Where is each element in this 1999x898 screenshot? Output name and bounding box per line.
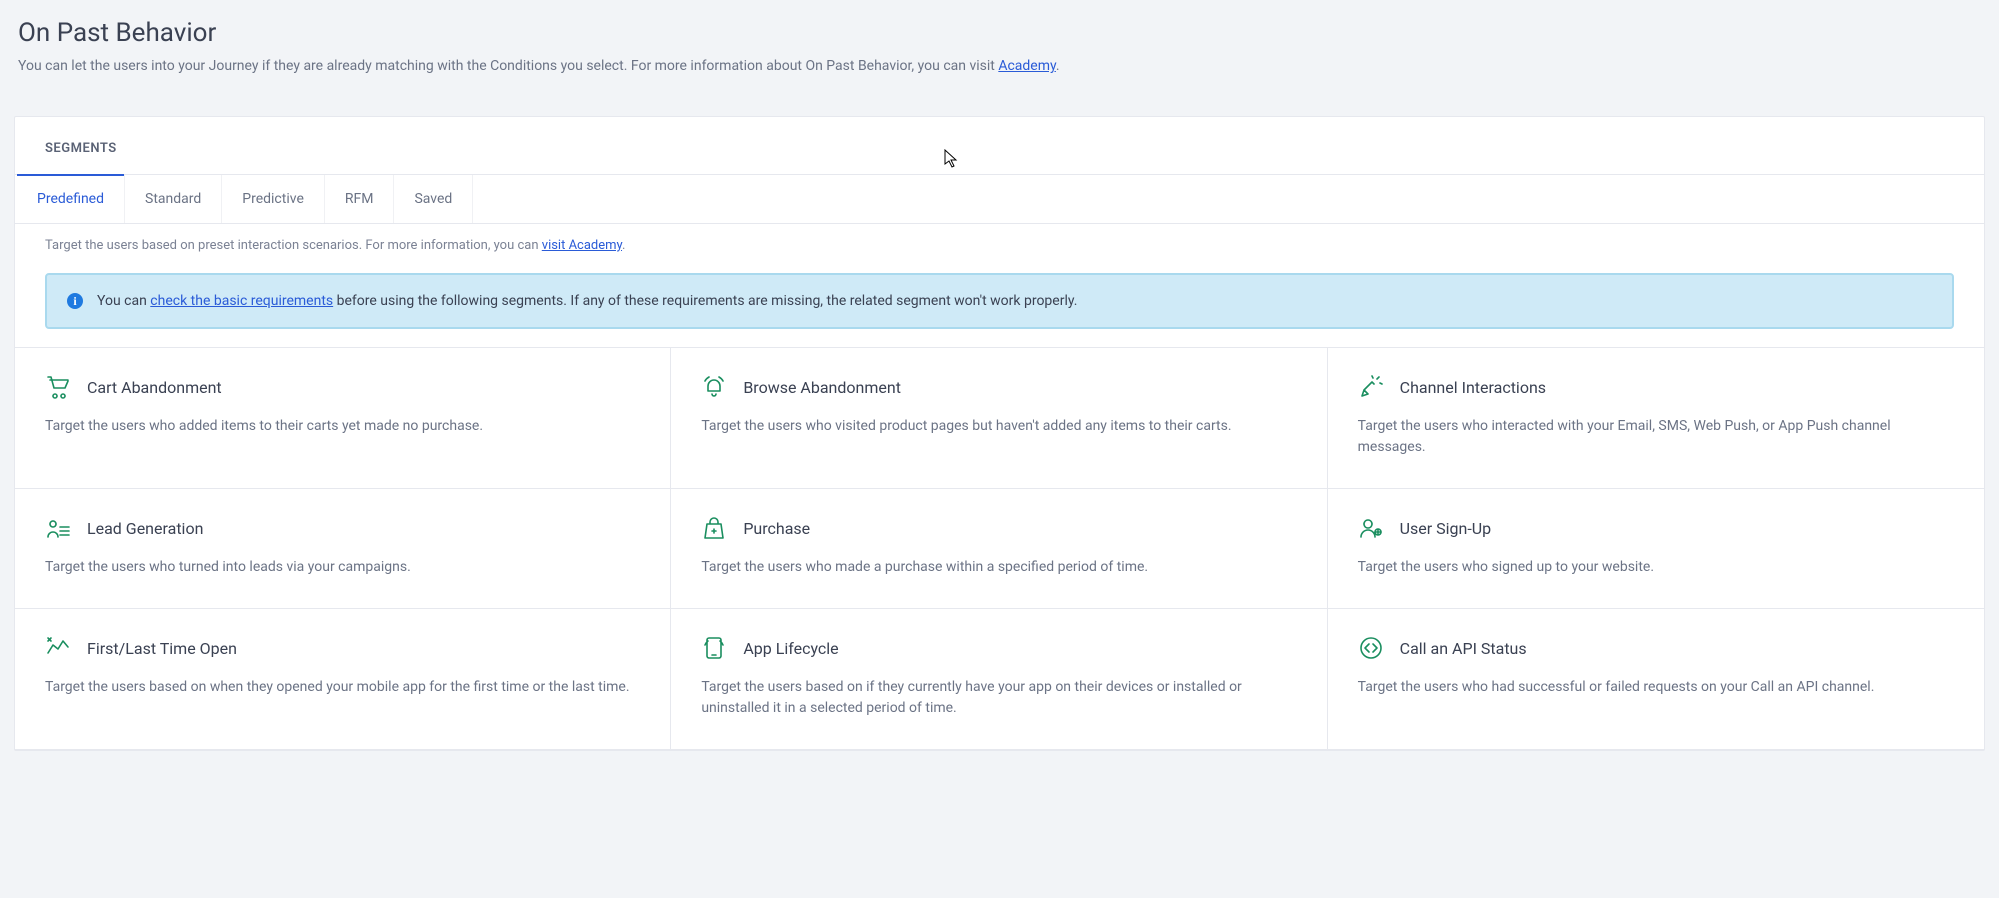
segments-panel: SEGMENTS Predefined Standard Predictive … xyxy=(14,116,1985,751)
info-banner: i You can check the basic requirements b… xyxy=(45,273,1954,329)
info-icon: i xyxy=(67,293,83,309)
segment-title: Cart Abandonment xyxy=(87,378,222,397)
segment-title: Lead Generation xyxy=(87,519,203,538)
segment-title: Call an API Status xyxy=(1400,639,1527,658)
time-icon xyxy=(45,635,71,661)
phone-icon xyxy=(701,635,727,661)
segment-desc: Target the users who visited product pag… xyxy=(701,416,1296,437)
tab-predefined[interactable]: Predefined xyxy=(17,175,125,223)
segment-desc: Target the users who had successful or f… xyxy=(1358,677,1954,698)
tab-desc-text: Target the users based on preset interac… xyxy=(45,238,542,253)
visit-academy-link[interactable]: visit Academy xyxy=(542,238,622,253)
segment-card-cart-abandonment[interactable]: Cart Abandonment Target the users who ad… xyxy=(15,348,671,489)
segment-card-call-api-status[interactable]: Call an API Status Target the users who … xyxy=(1328,609,1984,750)
tab-rfm[interactable]: RFM xyxy=(325,175,395,223)
tab-predictive[interactable]: Predictive xyxy=(222,175,325,223)
segment-title: Channel Interactions xyxy=(1400,378,1546,397)
bag-icon xyxy=(701,515,727,541)
cart-icon xyxy=(45,374,71,400)
info-prefix: You can xyxy=(97,293,150,309)
segment-title: First/Last Time Open xyxy=(87,639,237,658)
info-banner-text: You can check the basic requirements bef… xyxy=(97,293,1077,309)
segment-card-browse-abandonment[interactable]: Browse Abandonment Target the users who … xyxy=(671,348,1327,489)
segment-title: Browse Abandonment xyxy=(743,378,901,397)
segment-card-purchase[interactable]: Purchase Target the users who made a pur… xyxy=(671,489,1327,609)
segment-desc: Target the users based on when they open… xyxy=(45,677,640,698)
segment-grid: Cart Abandonment Target the users who ad… xyxy=(15,347,1984,750)
info-suffix: before using the following segments. If … xyxy=(333,293,1077,309)
lead-icon xyxy=(45,515,71,541)
check-requirements-link[interactable]: check the basic requirements xyxy=(150,293,333,309)
segments-label: SEGMENTS xyxy=(15,117,1984,174)
segment-card-lead-generation[interactable]: Lead Generation Target the users who tur… xyxy=(15,489,671,609)
segment-desc: Target the users who added items to thei… xyxy=(45,416,640,437)
signup-icon xyxy=(1358,515,1384,541)
page-subtitle: You can let the users into your Journey … xyxy=(18,58,1981,74)
segment-desc: Target the users who interacted with you… xyxy=(1358,416,1954,458)
subtitle-suffix: . xyxy=(1056,58,1060,74)
segment-desc: Target the users who signed up to your w… xyxy=(1358,557,1954,578)
segment-desc: Target the users who made a purchase wit… xyxy=(701,557,1296,578)
tab-description: Target the users based on preset interac… xyxy=(15,224,1984,263)
segment-desc: Target the users who turned into leads v… xyxy=(45,557,640,578)
tab-standard[interactable]: Standard xyxy=(125,175,222,223)
segment-card-app-lifecycle[interactable]: App Lifecycle Target the users based on … xyxy=(671,609,1327,750)
segment-card-channel-interactions[interactable]: Channel Interactions Target the users wh… xyxy=(1328,348,1984,489)
segment-tabs: Predefined Standard Predictive RFM Saved xyxy=(15,174,1984,224)
tab-saved[interactable]: Saved xyxy=(394,175,473,223)
api-icon xyxy=(1358,635,1384,661)
bell-icon xyxy=(701,374,727,400)
segment-title: Purchase xyxy=(743,519,810,538)
segment-card-user-signup[interactable]: User Sign-Up Target the users who signed… xyxy=(1328,489,1984,609)
segment-desc: Target the users based on if they curren… xyxy=(701,677,1296,719)
segment-title: App Lifecycle xyxy=(743,639,838,658)
page-title: On Past Behavior xyxy=(18,18,1981,48)
tab-desc-suffix: . xyxy=(622,238,625,253)
channel-icon xyxy=(1358,374,1384,400)
academy-link[interactable]: Academy xyxy=(998,58,1056,74)
segment-card-first-last-open[interactable]: First/Last Time Open Target the users ba… xyxy=(15,609,671,750)
subtitle-text: You can let the users into your Journey … xyxy=(18,58,998,74)
segment-title: User Sign-Up xyxy=(1400,519,1492,538)
